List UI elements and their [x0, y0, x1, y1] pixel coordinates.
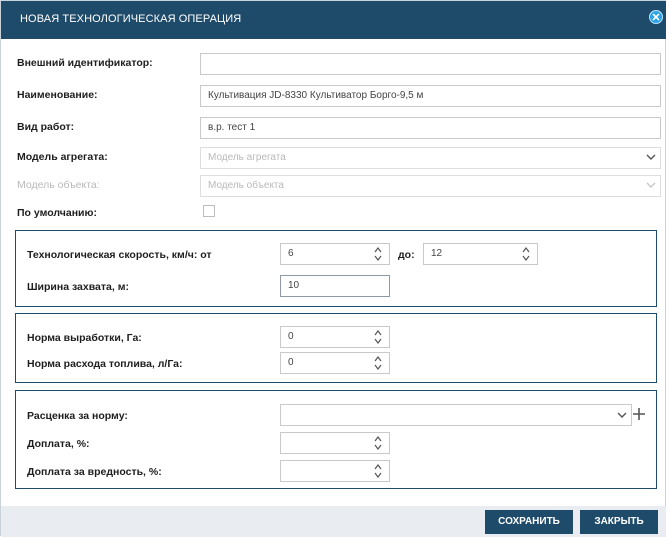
plus-icon[interactable] — [632, 407, 646, 421]
work-type-label: Вид работ: — [17, 121, 75, 133]
chevron-down-icon — [646, 182, 656, 188]
speed-to-label: до: — [398, 249, 415, 261]
external-id-label: Внешний идентификатор: — [17, 57, 153, 69]
name-label: Наименование: — [17, 89, 98, 101]
default-label: По умолчанию: — [17, 207, 97, 219]
spinner-arrows-icon[interactable] — [521, 244, 531, 264]
aggregate-model-label: Модель агрегата: — [17, 151, 108, 163]
object-model-select: Модель объекта — [200, 175, 661, 197]
external-id-input[interactable] — [200, 53, 661, 75]
speed-label: Технологическая скорость, км/ч: от — [27, 249, 212, 261]
chevron-down-icon[interactable] — [645, 151, 657, 163]
name-input[interactable]: Культивация JD-8330 Культиватор Борго-9,… — [200, 85, 661, 107]
output-rate-label: Норма выработки, Га: — [27, 332, 142, 344]
chevron-down-icon[interactable] — [616, 409, 628, 421]
default-checkbox[interactable] — [203, 205, 215, 217]
spinner-arrows-icon[interactable] — [373, 433, 383, 453]
aggregate-model-select[interactable]: Модель агрегата — [200, 147, 661, 169]
object-model-label: Модель объекта: — [17, 179, 100, 191]
spinner-arrows-icon[interactable] — [373, 461, 383, 481]
spinner-arrows-icon[interactable] — [373, 244, 383, 264]
bonus-label: Доплата, %: — [27, 438, 90, 450]
work-type-input[interactable]: в.р. тест 1 — [200, 117, 661, 139]
close-button[interactable]: ЗАКРЫТЬ — [580, 510, 658, 534]
price-select[interactable] — [280, 404, 632, 426]
width-label: Ширина захвата, м: — [27, 281, 129, 293]
width-input[interactable]: 10 — [280, 275, 390, 297]
dialog-titlebar: НОВАЯ ТЕХНОЛОГИЧЕСКАЯ ОПЕРАЦИЯ — [1, 1, 666, 39]
spinner-arrows-icon[interactable] — [373, 353, 383, 373]
fuel-rate-label: Норма расхода топлива, л/Га: — [27, 358, 183, 370]
spinner-arrows-icon[interactable] — [373, 327, 383, 347]
price-label: Расценка за норму: — [27, 410, 128, 422]
new-tech-operation-dialog: НОВАЯ ТЕХНОЛОГИЧЕСКАЯ ОПЕРАЦИЯ Внешний и… — [0, 0, 666, 537]
dialog-title: НОВАЯ ТЕХНОЛОГИЧЕСКАЯ ОПЕРАЦИЯ — [20, 13, 242, 25]
close-icon[interactable] — [649, 10, 663, 24]
hazard-bonus-label: Доплата за вредность, %: — [27, 466, 162, 478]
save-button[interactable]: СОХРАНИТЬ — [485, 510, 573, 534]
